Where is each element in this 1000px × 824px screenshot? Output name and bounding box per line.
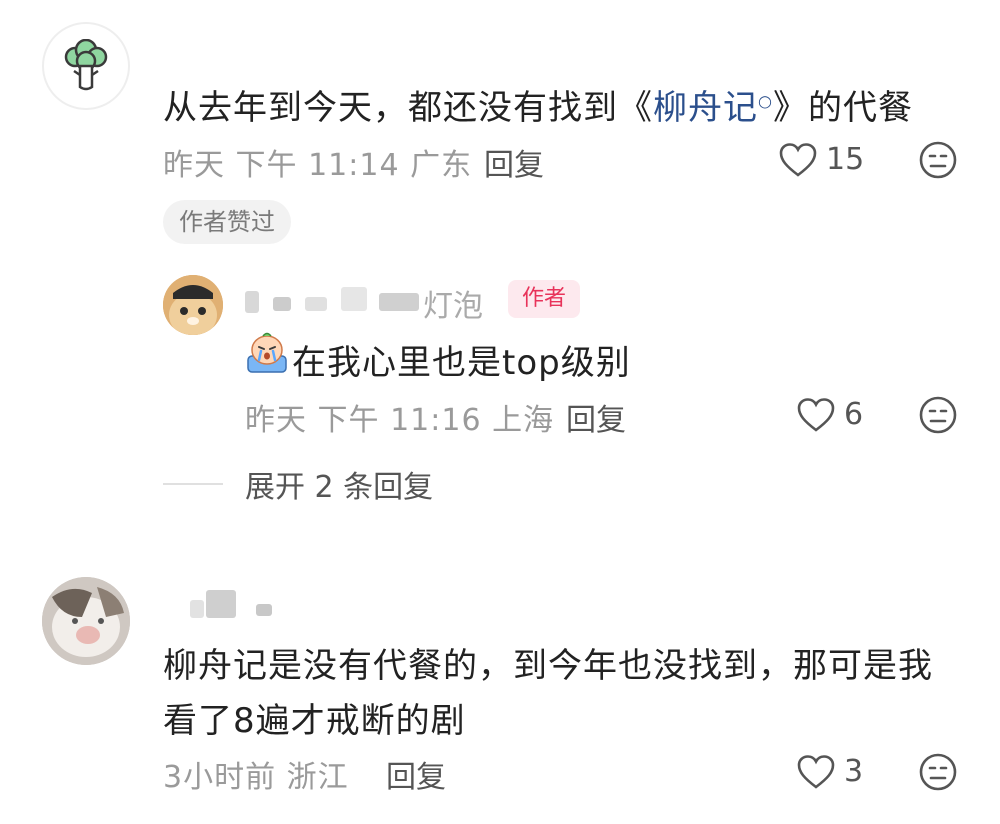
neutral-face-icon [919,396,957,434]
heart-icon [797,755,835,789]
broccoli-icon [64,39,108,91]
drama-link[interactable]: 柳舟记○ [653,88,773,128]
comment-1-reply-button[interactable]: 回复 [484,140,544,184]
comment-1-text-after: 》的代餐 [772,88,913,128]
comment-1-text-before: 从去年到今天，都还没有找到《 [163,88,653,128]
comment-3-text-line-1: 柳舟记是没有代餐的，到今年也没找到，那可是我 [163,646,933,686]
comment-3-like-button[interactable] [796,754,836,790]
author-username-text: 灯泡 [423,289,483,324]
avatar-broccoli[interactable] [42,22,130,110]
crying-emoji-icon [245,330,289,374]
avatar-cat[interactable] [42,577,130,665]
comment-1-like-button[interactable] [778,142,818,178]
comment-3-time: 3小时前 浙江 [163,760,349,795]
search-icon: ○ [758,91,773,111]
author-tag: 作者 [508,280,581,318]
expand-divider [163,483,223,485]
reply-reply-button[interactable]: 回复 [566,395,626,439]
reply-like-button[interactable] [796,397,836,433]
reply-dislike-button[interactable] [918,395,958,435]
comment-3-reply-button[interactable]: 回复 [386,752,446,796]
reply-text: 在我心里也是top级别 [292,343,631,383]
heart-icon [779,143,817,177]
reply-time: 昨天 下午 11:16 上海 [245,403,555,438]
cat-avatar-icon [42,577,130,665]
comment-1-dislike-button[interactable] [918,140,958,180]
comment-1-like-count: 15 [826,142,865,177]
avatar-author[interactable] [163,275,223,335]
reply-like-count: 6 [844,397,864,432]
comment-3-username[interactable] [190,590,280,620]
expand-replies-button[interactable]: 展开 2 条回复 [245,462,433,506]
comment-1-text: 从去年到今天，都还没有找到《柳舟记○》的代餐 [163,80,913,129]
author-username[interactable]: 灯泡 [245,283,495,324]
heart-icon [797,398,835,432]
neutral-face-icon [919,753,957,791]
hamster-avatar-icon [163,275,223,335]
author-liked-badge: 作者赞过 [163,200,291,244]
comment-3-text-line-2: 看了8遍才戒断的剧 [163,701,466,741]
comment-3-dislike-button[interactable] [918,752,958,792]
comment-3-like-count: 3 [844,754,864,789]
neutral-face-icon [919,141,957,179]
comment-1-time: 昨天 下午 11:14 广东 [163,148,473,183]
